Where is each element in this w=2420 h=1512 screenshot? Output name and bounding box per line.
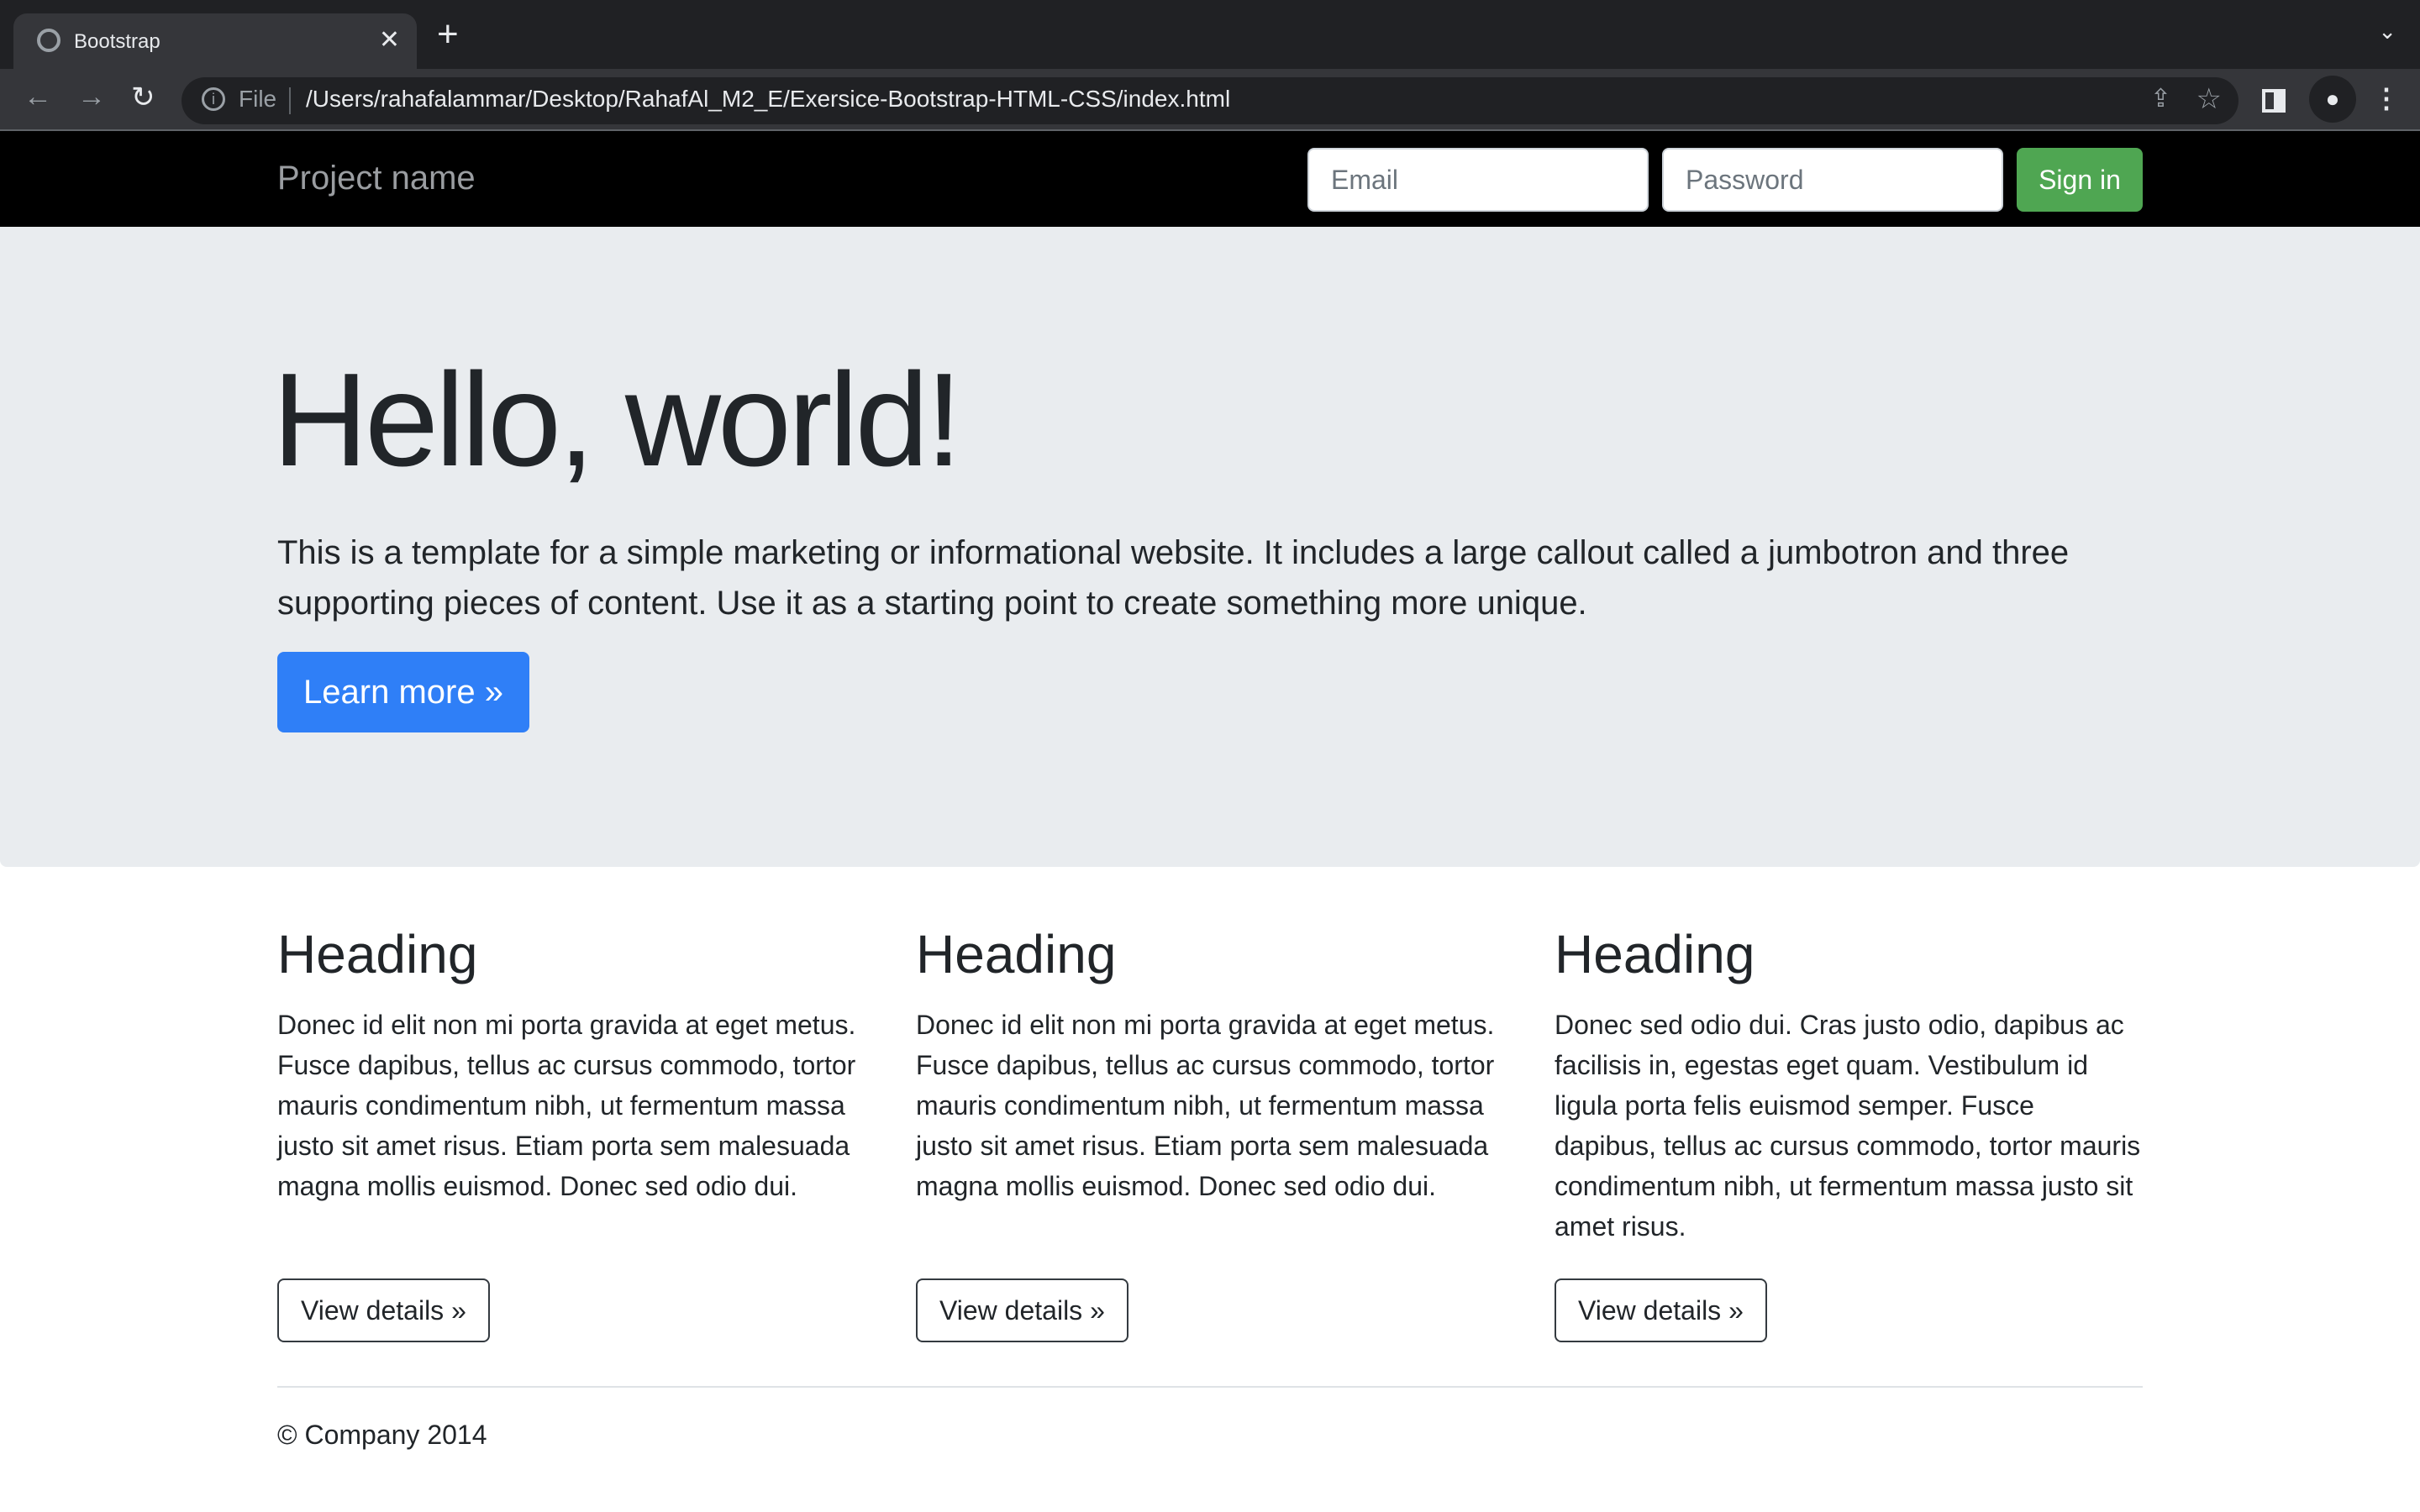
email-input[interactable]: Email: [1307, 148, 1649, 212]
sign-in-button[interactable]: Sign in: [2017, 148, 2143, 212]
back-icon[interactable]: ←: [24, 81, 52, 113]
new-tab-icon[interactable]: +: [437, 13, 459, 55]
content-column: Heading Donec id elit non mi porta gravi…: [277, 921, 865, 1342]
globe-icon: [37, 29, 60, 52]
url-scheme: File: [239, 86, 277, 112]
view-details-button[interactable]: View details »: [1555, 1278, 1767, 1342]
chevron-down-icon[interactable]: ⌄: [2378, 18, 2396, 45]
jumbotron-title: Hello, world!: [272, 346, 962, 494]
reload-icon[interactable]: ↻: [131, 81, 155, 114]
password-input[interactable]: Password: [1662, 148, 2003, 212]
navbar: Project name Email Password Sign in: [0, 131, 2420, 227]
tab-strip: Bootstrap ✕ + ⌄: [0, 0, 2420, 69]
content-column: Heading Donec id elit non mi porta gravi…: [916, 921, 1504, 1342]
footer-divider: [277, 1386, 2143, 1388]
tab-title: Bootstrap: [74, 30, 160, 53]
jumbotron: Hello, world! This is a template for a s…: [0, 227, 2420, 867]
navbar-brand[interactable]: Project name: [277, 160, 476, 197]
bookmark-star-icon[interactable]: ☆: [2196, 82, 2222, 116]
jumbotron-lead: This is a template for a simple marketin…: [277, 534, 2070, 622]
column-heading: Heading: [277, 924, 478, 984]
url-text[interactable]: /Users/rahafalammar/Desktop/RahafAl_M2_E…: [306, 86, 1230, 113]
address-bar[interactable]: i File /Users/rahafalammar/Desktop/Rahaf…: [182, 77, 2238, 124]
content-column: Heading Donec sed odio dui. Cras justo o…: [1555, 921, 2143, 1342]
side-panel-icon[interactable]: [2262, 89, 2286, 113]
profile-icon[interactable]: ●: [2309, 76, 2356, 123]
view-details-button[interactable]: View details »: [916, 1278, 1128, 1342]
column-text: Donec id elit non mi porta gravida at eg…: [277, 1010, 856, 1201]
menu-kebab-icon[interactable]: ⋮: [2373, 82, 2400, 114]
column-text: Donec sed odio dui. Cras justo odio, dap…: [1555, 1010, 2141, 1242]
forward-icon[interactable]: →: [77, 81, 106, 113]
view-details-button[interactable]: View details »: [277, 1278, 490, 1342]
learn-more-button[interactable]: Learn more »: [277, 652, 529, 732]
close-tab-icon[interactable]: ✕: [379, 25, 400, 55]
column-text: Donec id elit non mi porta gravida at eg…: [916, 1010, 1495, 1201]
browser-toolbar: ← → ↻ i File /Users/rahafalammar/Desktop…: [0, 69, 2420, 131]
footer-text: © Company 2014: [277, 1420, 487, 1450]
column-heading: Heading: [1555, 924, 1755, 984]
info-icon[interactable]: i: [202, 87, 225, 111]
column-heading: Heading: [916, 924, 1117, 984]
divider: [289, 87, 291, 114]
share-icon[interactable]: ⇪: [2150, 84, 2171, 113]
browser-tab[interactable]: Bootstrap ✕: [13, 13, 417, 69]
